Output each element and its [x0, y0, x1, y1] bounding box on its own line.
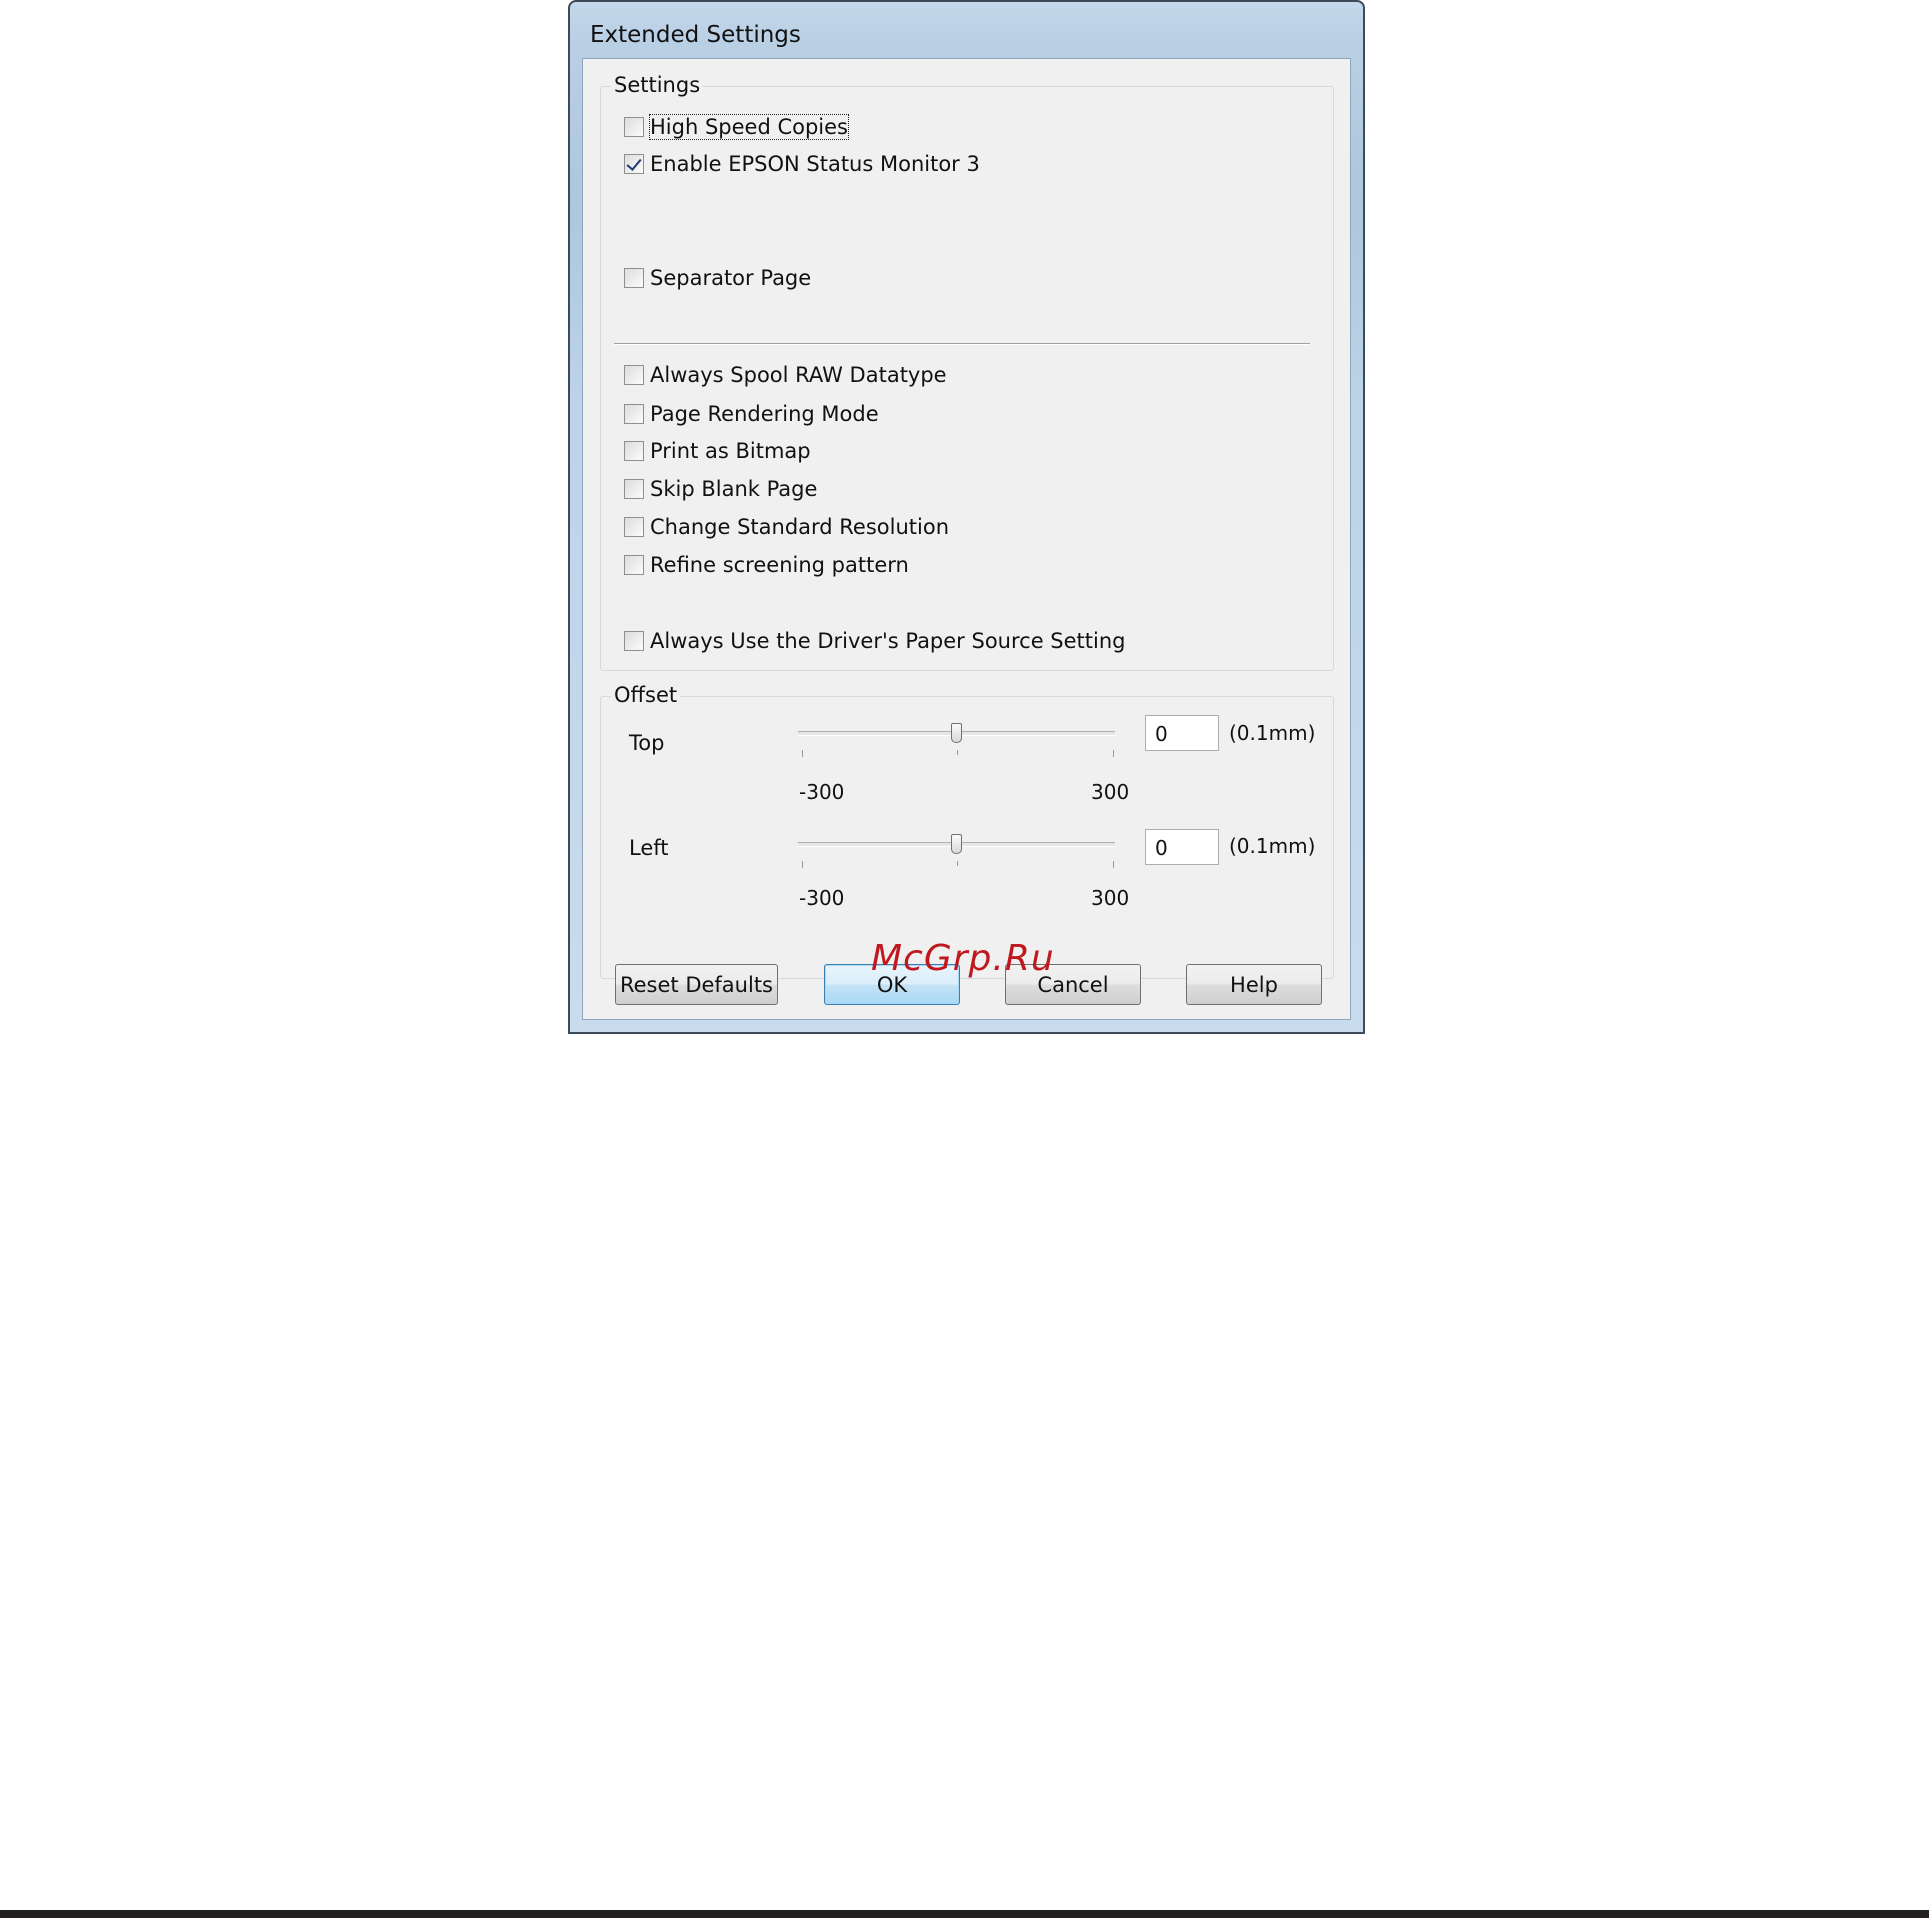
checkbox-label: Refine screening pattern: [650, 553, 909, 577]
checkbox-label: Page Rendering Mode: [650, 402, 879, 426]
offset-group-label: Offset: [611, 683, 681, 707]
checkbox-box[interactable]: [624, 631, 644, 651]
slider-tick: [802, 861, 803, 868]
top-slider-max-label: 300: [1091, 780, 1130, 804]
checkbox-driver-paper-source[interactable]: Always Use the Driver's Paper Source Set…: [624, 627, 1125, 655]
checkbox-label: Change Standard Resolution: [650, 515, 950, 539]
left-offset-input[interactable]: 0: [1145, 829, 1219, 865]
checkmark-icon[interactable]: [624, 154, 644, 174]
slider-tick: [1113, 861, 1114, 868]
extended-settings-dialog: Extended Settings Settings High Speed Co…: [568, 0, 1365, 1034]
checkbox-always-spool-raw[interactable]: Always Spool RAW Datatype: [624, 361, 947, 389]
top-slider-thumb[interactable]: [951, 723, 962, 743]
checkbox-label: Print as Bitmap: [650, 439, 811, 463]
checkbox-box[interactable]: [624, 268, 644, 288]
left-offset-unit: (0.1mm): [1229, 834, 1316, 858]
top-offset-label: Top: [629, 731, 665, 755]
left-offset-label: Left: [629, 836, 669, 860]
slider-tick: [957, 750, 958, 755]
dialog-client-area: Settings High Speed Copies Enable EPSON …: [582, 58, 1351, 1020]
checkbox-page-rendering-mode[interactable]: Page Rendering Mode: [624, 400, 879, 428]
checkbox-print-as-bitmap[interactable]: Print as Bitmap: [624, 437, 811, 465]
slider-tick: [957, 861, 958, 866]
settings-group-label: Settings: [611, 73, 704, 97]
checkbox-box[interactable]: [624, 404, 644, 424]
checkbox-enable-status-monitor[interactable]: Enable EPSON Status Monitor 3: [624, 150, 980, 178]
checkbox-box[interactable]: [624, 365, 644, 385]
checkbox-separator-page[interactable]: Separator Page: [624, 264, 811, 292]
checkbox-change-standard-resolution[interactable]: Change Standard Resolution: [624, 513, 949, 541]
checkbox-high-speed-copies[interactable]: High Speed Copies: [624, 113, 849, 141]
slider-tick: [802, 750, 803, 757]
checkbox-label: Always Use the Driver's Paper Source Set…: [650, 629, 1126, 653]
help-button[interactable]: Help: [1186, 964, 1322, 1005]
checkbox-skip-blank-page[interactable]: Skip Blank Page: [624, 475, 817, 503]
checkbox-refine-screening-pattern[interactable]: Refine screening pattern: [624, 551, 909, 579]
checkbox-label: Skip Blank Page: [650, 477, 818, 501]
checkbox-label: Separator Page: [650, 266, 812, 290]
slider-tick: [1113, 750, 1114, 757]
checkbox-label: High Speed Copies: [649, 114, 849, 140]
checkbox-label: Always Spool RAW Datatype: [650, 363, 947, 387]
top-slider-min-label: -300: [799, 780, 845, 804]
left-slider-max-label: 300: [1091, 886, 1130, 910]
checkbox-box[interactable]: [624, 555, 644, 575]
page: Extended Settings Settings High Speed Co…: [0, 0, 1929, 1918]
checkbox-box[interactable]: [624, 441, 644, 461]
page-bottom-rule: [0, 1910, 1929, 1918]
checkbox-label: Enable EPSON Status Monitor 3: [650, 152, 980, 176]
checkbox-box[interactable]: [624, 517, 644, 537]
top-offset-input[interactable]: 0: [1145, 715, 1219, 751]
offset-group: [600, 696, 1334, 979]
settings-divider: [614, 343, 1310, 345]
top-offset-unit: (0.1mm): [1229, 721, 1316, 745]
watermark-text: McGrp.Ru: [871, 938, 1055, 979]
dialog-title: Extended Settings: [590, 22, 801, 48]
checkbox-box[interactable]: [624, 479, 644, 499]
left-slider-thumb[interactable]: [951, 834, 962, 854]
checkbox-box[interactable]: [624, 117, 644, 137]
left-slider-min-label: -300: [799, 886, 845, 910]
reset-defaults-button[interactable]: Reset Defaults: [615, 964, 778, 1005]
